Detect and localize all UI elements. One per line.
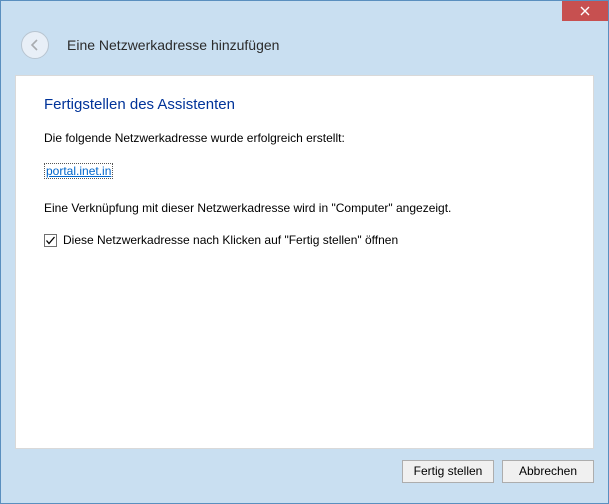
close-icon [580, 6, 590, 16]
shortcut-text: Eine Verknüpfung mit dieser Netzwerkadre… [44, 201, 565, 215]
arrow-left-icon [28, 38, 42, 52]
open-after-finish-label: Diese Netzwerkadresse nach Klicken auf "… [63, 233, 398, 247]
finish-button[interactable]: Fertig stellen [402, 460, 494, 483]
cancel-button[interactable]: Abbrechen [502, 460, 594, 483]
checkmark-icon [45, 235, 56, 246]
footer: Fertig stellen Abbrechen [15, 453, 594, 489]
titlebar [1, 1, 608, 23]
wizard-title: Eine Netzwerkadresse hinzufügen [67, 37, 279, 53]
content-panel: Fertigstellen des Assistenten Die folgen… [15, 75, 594, 449]
network-address-link[interactable]: portal.inet.in [44, 163, 113, 179]
open-after-finish-row: Diese Netzwerkadresse nach Klicken auf "… [44, 233, 565, 247]
close-button[interactable] [562, 1, 608, 21]
header: Eine Netzwerkadresse hinzufügen [1, 23, 608, 75]
success-text: Die folgende Netzwerkadresse wurde erfol… [44, 131, 565, 145]
open-after-finish-checkbox[interactable] [44, 234, 57, 247]
back-button[interactable] [21, 31, 49, 59]
wizard-window: Eine Netzwerkadresse hinzufügen Fertigst… [0, 0, 609, 504]
page-heading: Fertigstellen des Assistenten [44, 96, 565, 113]
